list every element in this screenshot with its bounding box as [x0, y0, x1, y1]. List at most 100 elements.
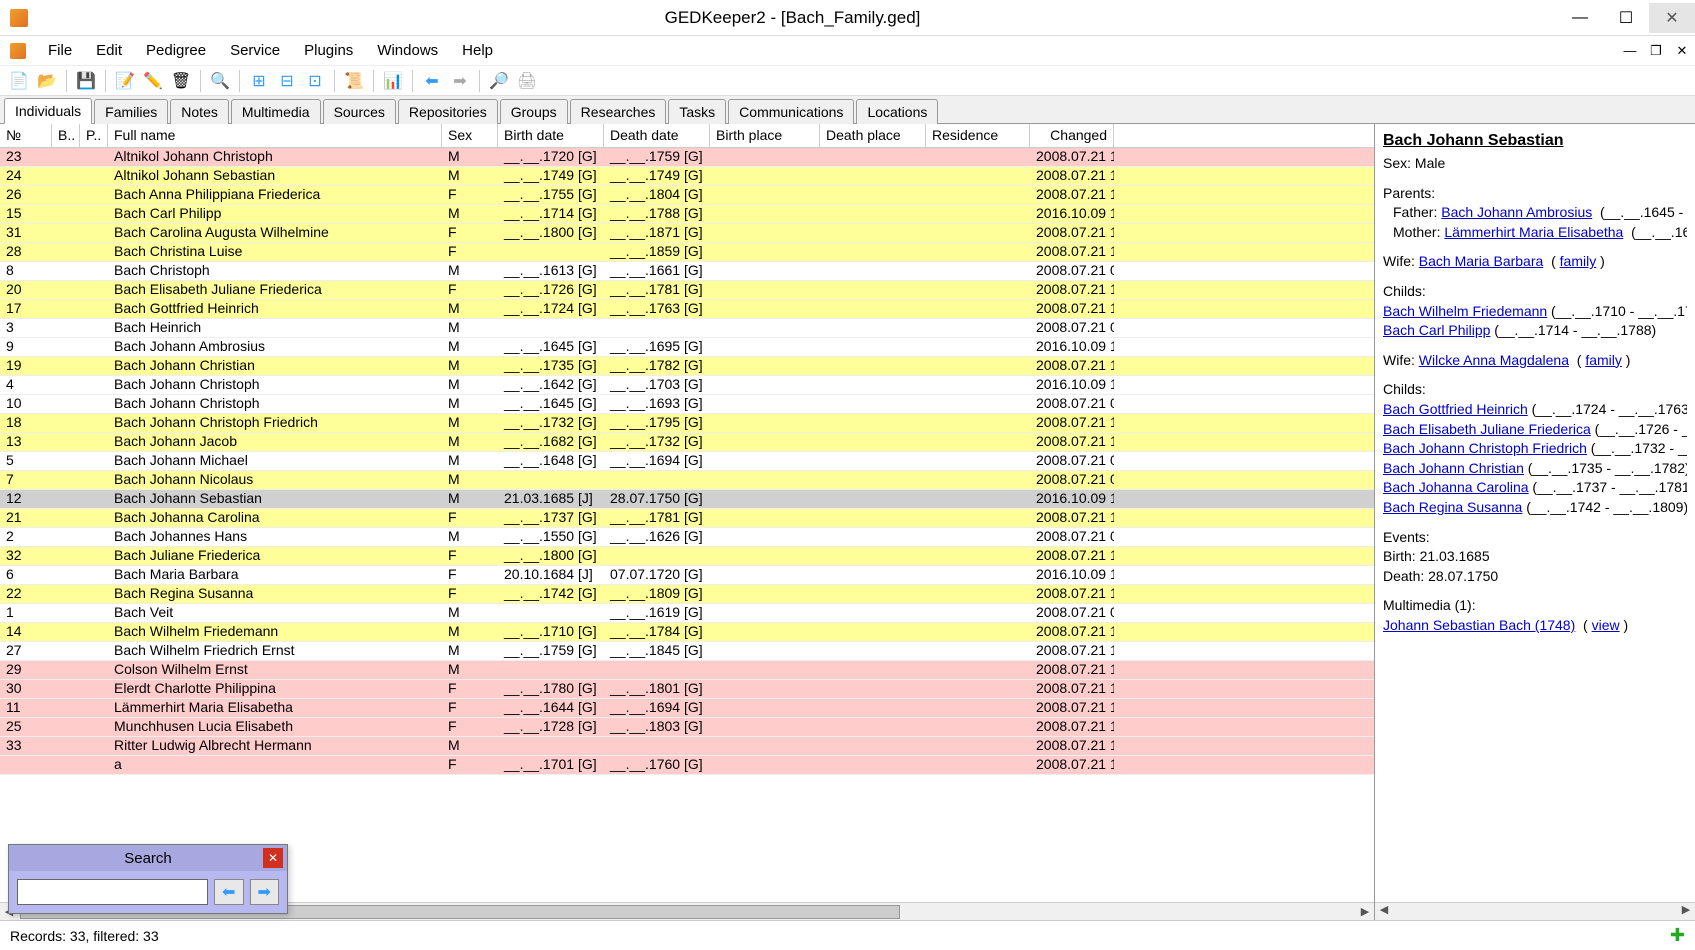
pedigree-button[interactable]: 📜 [341, 68, 367, 94]
table-row[interactable]: 29Colson Wilhelm ErnstM2008.07.21 10 [0, 661, 1374, 680]
family2-link[interactable]: family [1585, 352, 1622, 368]
table-row[interactable]: 30Elerdt Charlotte PhilippinaF__.__.1780… [0, 680, 1374, 699]
add-icon[interactable]: ✚ [1670, 925, 1685, 946]
scroll-right-icon[interactable]: ▶ [1677, 903, 1695, 920]
child-link[interactable]: Bach Johanna Carolina [1383, 479, 1529, 495]
child-close-button[interactable]: ✕ [1669, 41, 1695, 61]
table-row[interactable]: 24Altnikol Johann SebastianM__.__.1749 [… [0, 167, 1374, 186]
child-link[interactable]: Bach Regina Susanna [1383, 499, 1522, 515]
tab-families[interactable]: Families [94, 99, 168, 124]
child-minimize-button[interactable]: — [1617, 41, 1643, 61]
table-row[interactable]: 20Bach Elisabeth Juliane FriedericaF__._… [0, 281, 1374, 300]
table-row[interactable]: 1Bach VeitM__.__.1619 [G]2008.07.21 09 [0, 604, 1374, 623]
search-close-button[interactable]: ✕ [263, 848, 283, 868]
search-next-button[interactable]: ➡ [250, 879, 280, 905]
table-row[interactable]: 6Bach Maria BarbaraF20.10.1684 [J]07.07.… [0, 566, 1374, 585]
table-row[interactable]: 23Altnikol Johann ChristophM__.__.1720 [… [0, 148, 1374, 167]
col-header[interactable]: P.. [80, 124, 108, 147]
col-header[interactable]: Death date [604, 124, 710, 147]
col-header[interactable]: Birth date [498, 124, 604, 147]
table-row[interactable]: 2Bach Johannes HansM__.__.1550 [G]__.__.… [0, 528, 1374, 547]
menu-edit[interactable]: Edit [84, 38, 134, 63]
tab-groups[interactable]: Groups [500, 99, 568, 124]
new-file-button[interactable]: 📄 [6, 68, 32, 94]
table-row[interactable]: 21Bach Johanna CarolinaF__.__.1737 [G]__… [0, 509, 1374, 528]
child-link[interactable]: Bach Gottfried Heinrich [1383, 401, 1528, 417]
menu-help[interactable]: Help [450, 38, 505, 63]
table-row[interactable]: 3Bach HeinrichM2008.07.21 09 [0, 319, 1374, 338]
table-row[interactable]: 27Bach Wilhelm Friedrich ErnstM__.__.175… [0, 642, 1374, 661]
menu-windows[interactable]: Windows [365, 38, 450, 63]
tab-individuals[interactable]: Individuals [4, 98, 92, 124]
table-row[interactable]: 10Bach Johann ChristophM__.__.1645 [G]__… [0, 395, 1374, 414]
tab-tasks[interactable]: Tasks [668, 99, 726, 124]
search-input[interactable] [17, 879, 208, 905]
child-link[interactable]: Bach Elisabeth Juliane Friederica [1383, 421, 1591, 437]
col-header[interactable]: B.. [52, 124, 80, 147]
table-row[interactable]: 19Bach Johann ChristianM__.__.1735 [G]__… [0, 357, 1374, 376]
tab-notes[interactable]: Notes [170, 99, 229, 124]
col-header[interactable]: Sex [442, 124, 498, 147]
print-button[interactable]: 🖨 [514, 68, 540, 94]
col-header[interactable]: Death place [820, 124, 926, 147]
table-row[interactable]: 12Bach Johann SebastianM21.03.1685 [J]28… [0, 490, 1374, 509]
view-link[interactable]: view [1592, 617, 1620, 633]
table-row[interactable]: 17Bach Gottfried HeinrichM__.__.1724 [G]… [0, 300, 1374, 319]
mother-link[interactable]: Lämmerhirt Maria Elisabetha [1444, 224, 1623, 240]
tab-multimedia[interactable]: Multimedia [231, 99, 321, 124]
tree-both-button[interactable]: ⊡ [302, 68, 328, 94]
table-row[interactable]: 32Bach Juliane FriedericaF__.__.1800 [G]… [0, 547, 1374, 566]
minimize-button[interactable]: — [1557, 3, 1603, 33]
table-row[interactable]: 28Bach Christina LuiseF__.__.1859 [G]200… [0, 243, 1374, 262]
tab-communications[interactable]: Communications [728, 99, 854, 124]
col-header[interactable]: Residence [926, 124, 1030, 147]
multimedia-link[interactable]: Johann Sebastian Bach (1748) [1383, 617, 1575, 633]
child-link[interactable]: Bach Wilhelm Friedemann [1383, 303, 1547, 319]
maximize-button[interactable]: ☐ [1603, 3, 1649, 33]
tab-repositories[interactable]: Repositories [398, 99, 498, 124]
table-row[interactable]: 5Bach Johann MichaelM__.__.1648 [G]__.__… [0, 452, 1374, 471]
save-button[interactable]: 💾 [73, 68, 99, 94]
table-row[interactable]: 22Bach Regina SusannaF__.__.1742 [G]__._… [0, 585, 1374, 604]
menu-file[interactable]: File [36, 38, 84, 63]
table-row[interactable]: 15Bach Carl PhilippM__.__.1714 [G]__.__.… [0, 205, 1374, 224]
tree-descendants-button[interactable]: ⊟ [274, 68, 300, 94]
table-row[interactable]: 18Bach Johann Christoph FriedrichM__.__.… [0, 414, 1374, 433]
table-row[interactable]: 31Bach Carolina Augusta WilhelmineF__.__… [0, 224, 1374, 243]
child-link[interactable]: Bach Carl Philipp [1383, 322, 1490, 338]
table-row[interactable]: 25Munchhusen Lucia ElisabethF__.__.1728 … [0, 718, 1374, 737]
table-row[interactable]: 7Bach Johann NicolausM2008.07.21 09 [0, 471, 1374, 490]
nav-back-button[interactable]: ⬅ [419, 68, 445, 94]
tab-sources[interactable]: Sources [323, 99, 396, 124]
menu-service[interactable]: Service [218, 38, 292, 63]
child-link[interactable]: Bach Johann Christoph Friedrich [1383, 440, 1587, 456]
preview-button[interactable]: 🔎 [486, 68, 512, 94]
col-header[interactable]: Full name [108, 124, 442, 147]
table-row[interactable]: 14Bach Wilhelm FriedemannM__.__.1710 [G]… [0, 623, 1374, 642]
scroll-right-icon[interactable]: ▶ [1356, 905, 1374, 918]
wife1-link[interactable]: Bach Maria Barbara [1419, 253, 1544, 269]
edit-record-button[interactable]: ✏️ [140, 68, 166, 94]
menu-plugins[interactable]: Plugins [292, 38, 365, 63]
col-header[interactable]: Birth place [710, 124, 820, 147]
tab-locations[interactable]: Locations [856, 99, 938, 124]
detail-hscrollbar[interactable]: ◀ ▶ [1375, 902, 1695, 920]
delete-record-button[interactable]: 🗑 [168, 68, 194, 94]
grid-body[interactable]: 23Altnikol Johann ChristophM__.__.1720 [… [0, 148, 1374, 902]
table-row[interactable]: 13Bach Johann JacobM__.__.1682 [G]__.__.… [0, 433, 1374, 452]
scroll-left-icon[interactable]: ◀ [1375, 903, 1393, 920]
close-button[interactable]: ✕ [1649, 3, 1695, 33]
table-row[interactable]: 9Bach Johann AmbrosiusM__.__.1645 [G]__.… [0, 338, 1374, 357]
table-row[interactable]: 8Bach ChristophM__.__.1613 [G]__.__.1661… [0, 262, 1374, 281]
child-link[interactable]: Bach Johann Christian [1383, 460, 1524, 476]
col-header[interactable]: Changed [1030, 124, 1114, 147]
table-row[interactable]: 11Lämmerhirt Maria ElisabethaF__.__.1644… [0, 699, 1374, 718]
tree-ancestors-button[interactable]: ⊞ [246, 68, 272, 94]
add-record-button[interactable]: 📝 [112, 68, 138, 94]
menu-pedigree[interactable]: Pedigree [134, 38, 218, 63]
col-header[interactable]: № [0, 124, 52, 147]
stats-button[interactable]: 📊 [380, 68, 406, 94]
child-restore-button[interactable]: ❐ [1643, 41, 1669, 61]
tab-researches[interactable]: Researches [570, 99, 667, 124]
search-prev-button[interactable]: ⬅ [214, 879, 244, 905]
